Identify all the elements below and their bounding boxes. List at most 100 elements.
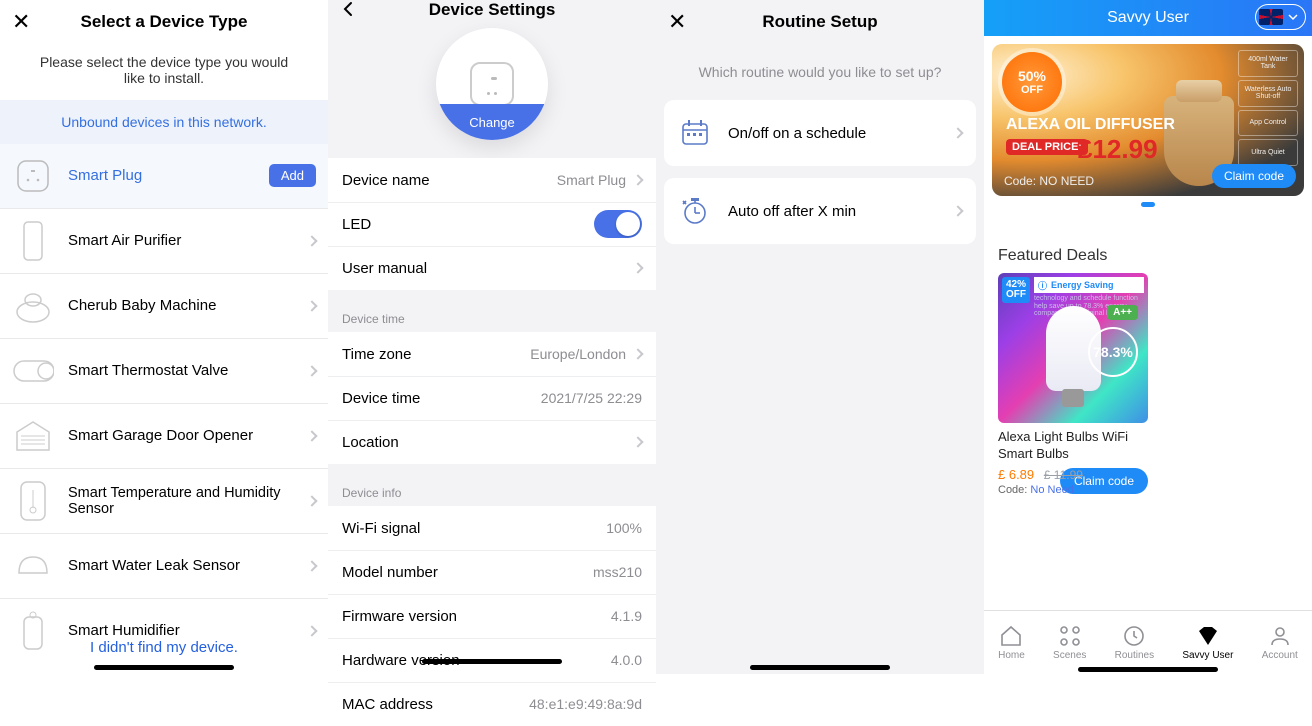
close-icon[interactable]: ✕ [12, 9, 30, 35]
setting-value: 100% [606, 520, 642, 536]
promo-banner[interactable]: 50% OFF 400ml Water Tank Waterless Auto … [992, 44, 1304, 196]
chevron-right-icon [632, 348, 643, 359]
energy-saving-banner: ⓘEnergy Saving [1034, 277, 1144, 293]
device-row-smart-plug[interactable]: Smart Plug Add [0, 144, 328, 208]
device-type-list: Smart Plug Add Smart Air Purifier Cherub… [0, 144, 328, 674]
thermostat-icon [12, 350, 54, 392]
device-label: Smart Water Leak Sensor [68, 557, 308, 574]
routine-auto-off-row[interactable]: Auto off after X min [664, 178, 976, 244]
carousel-pager [984, 202, 1312, 207]
country-selector[interactable] [1255, 4, 1306, 30]
feature-badge: Ultra Quiet [1238, 139, 1298, 166]
tab-label: Savvy User [1182, 650, 1233, 661]
device-name-row[interactable]: Device name Smart Plug [328, 158, 656, 202]
chevron-right-icon [306, 235, 317, 246]
chevron-right-icon [306, 560, 317, 571]
claim-code-button[interactable]: Claim code [1212, 164, 1296, 188]
add-button[interactable]: Add [269, 164, 316, 187]
setting-label: MAC address [342, 696, 529, 713]
setting-label: Device time [342, 390, 541, 407]
tab-account[interactable]: Account [1262, 624, 1298, 661]
setting-label: Firmware version [342, 608, 611, 625]
tab-routines[interactable]: Routines [1115, 624, 1154, 661]
device-label: Smart Humidifier [68, 622, 308, 639]
tab-label: Home [998, 650, 1025, 661]
home-indicator [422, 659, 562, 664]
diamond-icon [1196, 624, 1220, 648]
header: Device Settings [328, 0, 656, 20]
setting-value: 48:e1:e9:49:8a:9d [529, 696, 642, 712]
device-label: Smart Garage Door Opener [68, 427, 308, 444]
setting-label: Device name [342, 172, 557, 189]
discount-off-label: OFF [1021, 84, 1043, 96]
device-time-row: Device time 2021/7/25 22:29 [328, 376, 656, 420]
location-row[interactable]: Location [328, 420, 656, 464]
home-indicator [1078, 667, 1218, 672]
close-icon[interactable]: ✕ [668, 9, 686, 35]
plug-icon [12, 155, 54, 197]
home-indicator [94, 665, 234, 670]
mac-row: MAC address48:e1:e9:49:8a:9d [328, 682, 656, 726]
account-icon [1268, 624, 1292, 648]
tab-savvy-user[interactable]: Savvy User [1182, 624, 1233, 661]
routine-label: Auto off after X min [728, 203, 954, 220]
chevron-down-icon [1287, 11, 1299, 23]
setting-label: User manual [342, 260, 626, 277]
feature-badge: App Control [1238, 110, 1298, 137]
setting-label: Location [342, 434, 626, 451]
chevron-right-icon [632, 436, 643, 447]
product-title: Alexa Light Bulbs WiFi Smart Bulbs [998, 429, 1148, 463]
device-avatar-button[interactable]: Change [436, 28, 548, 140]
chevron-right-icon [632, 262, 643, 273]
header: ✕ Select a Device Type [0, 0, 328, 44]
chevron-right-icon [952, 205, 963, 216]
uk-flag-icon [1259, 9, 1283, 25]
page-subtitle: Please select the device type you would … [0, 44, 328, 100]
device-row-garage[interactable]: Smart Garage Door Opener [0, 404, 328, 468]
routine-schedule-row[interactable]: On/off on a schedule [664, 100, 976, 166]
sensor-icon [12, 480, 54, 522]
device-label: Smart Temperature and Humidity Sensor [68, 485, 308, 517]
change-label: Change [436, 104, 548, 140]
device-row-temp-humidity[interactable]: Smart Temperature and Humidity Sensor [0, 469, 328, 533]
product-image: 42% OFF ⓘEnergy Saving technology and sc… [998, 273, 1148, 423]
home-icon [999, 624, 1023, 648]
wifi-row: Wi-Fi signal100% [328, 506, 656, 550]
page-subtitle: Which routine would you like to set up? [656, 44, 984, 94]
led-toggle[interactable] [594, 210, 642, 238]
group-header-info: Device info [328, 464, 656, 506]
routine-label: On/off on a schedule [728, 125, 954, 142]
device-row-baby-machine[interactable]: Cherub Baby Machine [0, 274, 328, 338]
user-manual-row[interactable]: User manual [328, 246, 656, 290]
tab-home[interactable]: Home [998, 624, 1025, 661]
device-row-air-purifier[interactable]: Smart Air Purifier [0, 209, 328, 273]
device-row-thermostat[interactable]: Smart Thermostat Valve [0, 339, 328, 403]
timezone-row[interactable]: Time zone Europe/London [328, 332, 656, 376]
device-label: Smart Plug [68, 167, 269, 184]
discount-value: 50% [1018, 68, 1046, 84]
tab-label: Account [1262, 650, 1298, 661]
home-indicator [750, 665, 890, 670]
device-row-leak[interactable]: Smart Water Leak Sensor [0, 534, 328, 598]
group-header-time: Device time [328, 290, 656, 332]
chevron-right-icon [306, 430, 317, 441]
back-icon[interactable] [340, 0, 356, 23]
routines-icon [1122, 624, 1146, 648]
section-title-featured: Featured Deals [998, 247, 1298, 265]
tab-bar: Home Scenes Routines Savvy User Account [984, 610, 1312, 674]
not-found-link[interactable]: I didn't find my device. [0, 639, 328, 656]
chevron-right-icon [632, 174, 643, 185]
tab-label: Scenes [1053, 650, 1086, 661]
deal-price-label: DEAL PRICE: [1006, 139, 1088, 155]
tab-scenes[interactable]: Scenes [1053, 624, 1086, 661]
garage-icon [12, 415, 54, 457]
device-label: Cherub Baby Machine [68, 297, 308, 314]
chevron-right-icon [306, 625, 317, 636]
price-now: £ 6.89 [998, 467, 1034, 482]
purifier-icon [12, 220, 54, 262]
product-card[interactable]: 42% OFF ⓘEnergy Saving technology and sc… [998, 273, 1148, 496]
page-title: Select a Device Type [81, 12, 248, 32]
setting-label: Wi-Fi signal [342, 520, 606, 537]
plug-icon [470, 62, 514, 106]
discount-badge: 50% OFF [1002, 52, 1062, 112]
